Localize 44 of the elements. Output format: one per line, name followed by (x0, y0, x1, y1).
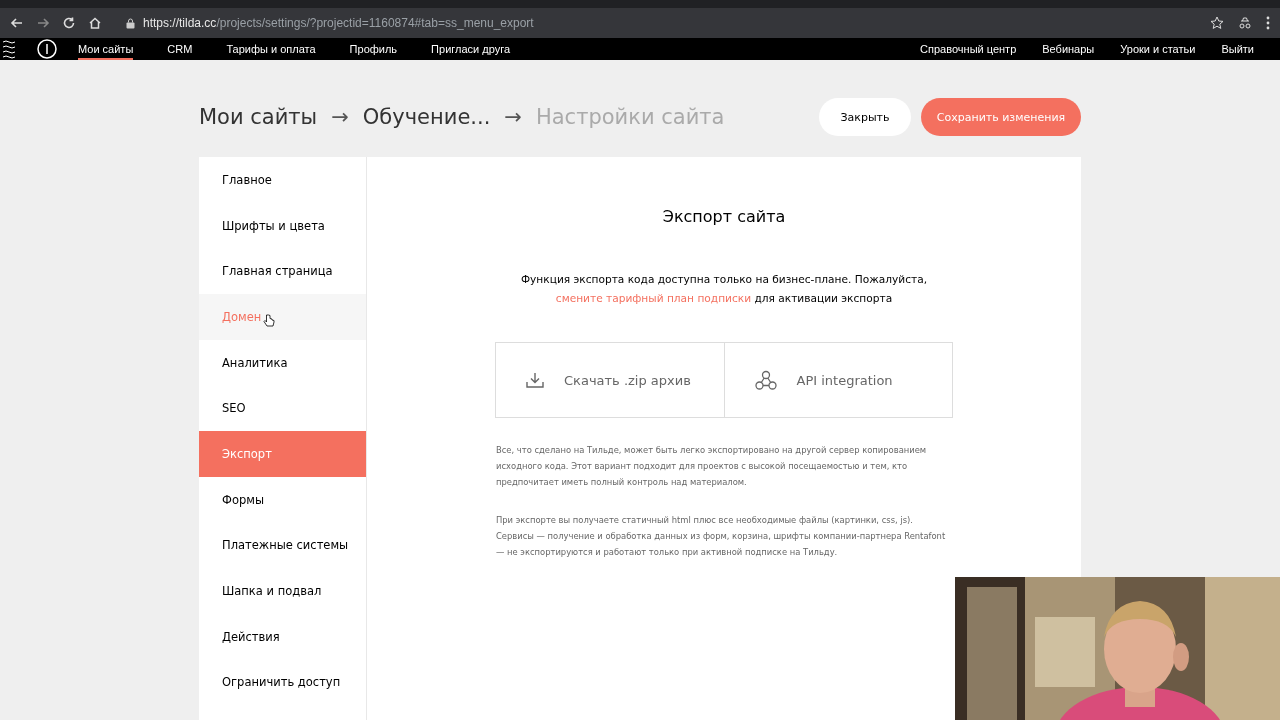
nav-link[interactable]: Мои сайты (78, 38, 134, 60)
sidebar-item[interactable]: Действия (199, 613, 366, 660)
nav-link[interactable]: Профиль (349, 38, 398, 60)
current-page-title: Настройки сайта (535, 105, 725, 129)
sidebar-item[interactable]: Шапка и подвал (199, 568, 366, 614)
nav-link[interactable]: Пригласи друга (431, 38, 511, 60)
api-option[interactable]: API integration (723, 343, 952, 417)
description-paragraph: Все, что сделано на Тильде, может быть легко экспортировано на другой сервер копированием исходного кода. Этот вариант подходит для проектов с высокой посещаемостью и тем, кто предпочитает иметь полный контроль над материалом. (496, 444, 928, 489)
nav-link[interactable]: Справочный центр (920, 38, 1017, 60)
nav-link[interactable]: Тарифы и оплата (226, 38, 316, 60)
section-title: Экспорт сайта (662, 207, 786, 226)
incognito-icon[interactable] (1238, 16, 1252, 30)
hand-cursor-icon (263, 313, 276, 328)
sidebar-item[interactable]: Главная страница (199, 248, 366, 295)
network-icon (754, 370, 777, 390)
breadcrumb-separator: → (504, 105, 522, 129)
back-icon[interactable] (10, 16, 24, 30)
description-paragraph: При экспорте вы получаете статичный html плюс все необходимые файлы (картинки, css, js). Сервисы — получение и обработка данных из форм, корзина, шрифты компании-партнера Rentafont — не экспортируются и работают только при активной подписке на Тильду. (496, 514, 947, 559)
forward-icon[interactable] (36, 16, 50, 30)
breadcrumb-link[interactable]: Обучение... (362, 105, 491, 129)
close-button[interactable]: Закрыть (819, 98, 911, 136)
breadcrumb-separator: → (331, 105, 349, 129)
star-icon[interactable] (1210, 16, 1224, 30)
sidebar-item[interactable]: Ограничить доступ (199, 659, 366, 706)
menu-icon[interactable] (1266, 16, 1270, 30)
nav-link[interactable]: Вебинары (1042, 38, 1095, 60)
sidebar-item[interactable]: Платежные системы (199, 522, 366, 569)
sidebar-item[interactable]: Аналитика (199, 339, 366, 386)
sidebar-item[interactable]: Главное (199, 157, 366, 203)
lock-icon (126, 17, 135, 29)
nav-link[interactable]: Выйти (1221, 38, 1254, 60)
sidebar-item[interactable]: Шрифты и цвета (199, 202, 366, 249)
reload-icon[interactable] (62, 16, 76, 30)
nav-link[interactable]: Уроки и статьи (1120, 38, 1196, 60)
wave-logo-icon (2, 39, 16, 59)
logo-icon[interactable] (34, 39, 60, 59)
breadcrumb-link[interactable]: Мои сайты (199, 105, 318, 129)
download-option[interactable]: Скачать .zip архив (496, 343, 724, 417)
notice-text: Функция экспорта кода доступна только на бизнес-плане. Пожалуйста, смените тарифный план подписки для активации экспорта (519, 272, 929, 306)
home-icon[interactable] (88, 16, 102, 30)
sidebar-item[interactable]: Формы (199, 476, 366, 523)
nav-link[interactable]: CRM (167, 38, 193, 60)
sidebar-item[interactable]: SEO (199, 385, 366, 432)
download-icon (526, 372, 544, 388)
